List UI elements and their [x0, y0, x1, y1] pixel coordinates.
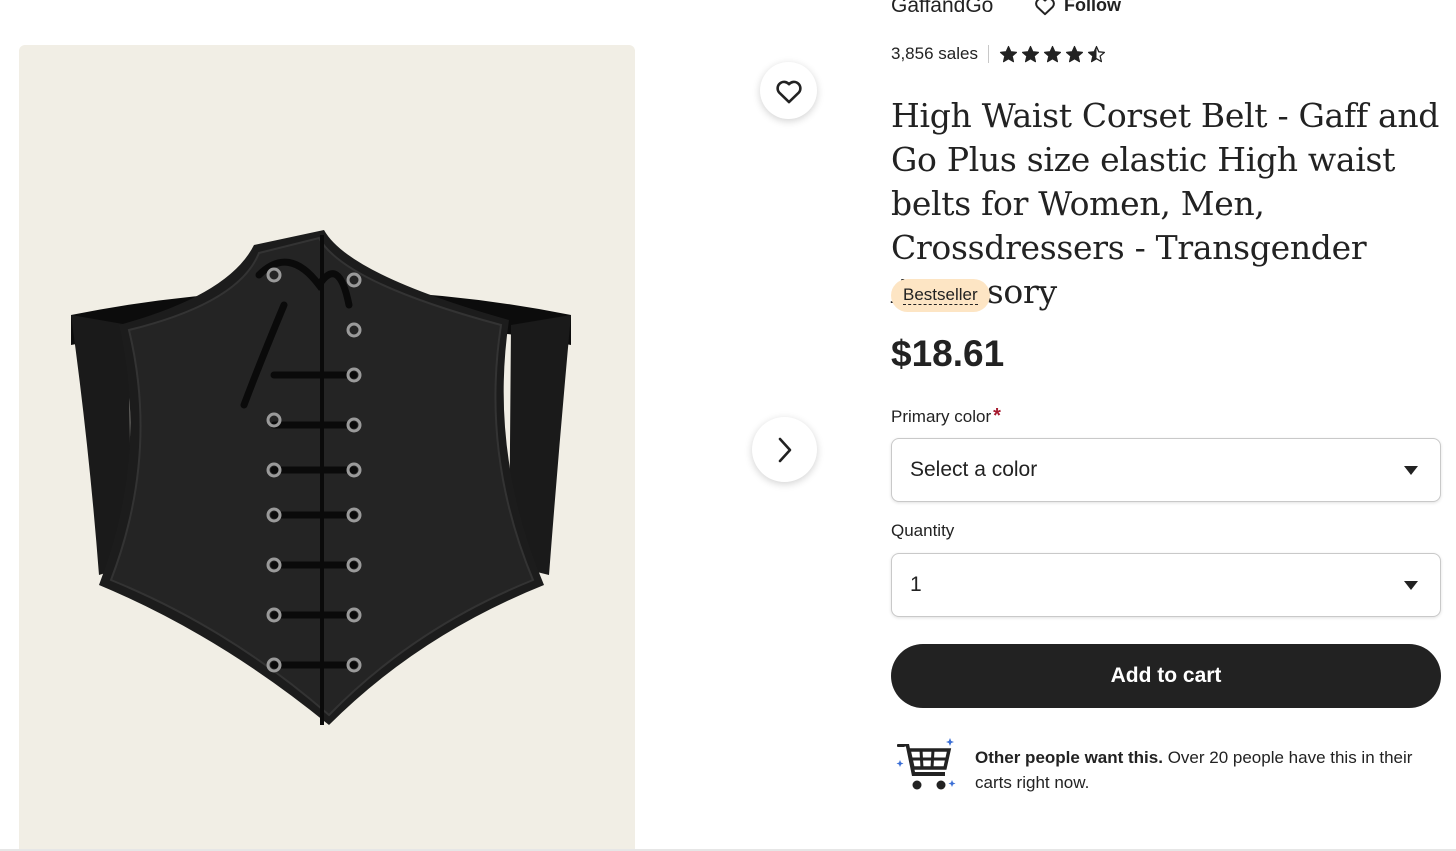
star-full-icon	[1021, 45, 1040, 62]
color-label-text: Primary color	[891, 407, 992, 426]
next-image-button[interactable]	[752, 417, 817, 482]
product-image[interactable]	[19, 45, 635, 851]
caret-down-icon	[1404, 580, 1418, 590]
divider	[987, 45, 989, 63]
sales-rating-row: 3,856 sales	[891, 44, 1106, 64]
quantity-select[interactable]: 1	[891, 553, 1441, 617]
heart-outline-icon	[775, 80, 802, 103]
bestseller-badge[interactable]: Bestseller	[891, 279, 990, 312]
star-full-icon	[1065, 45, 1084, 62]
social-proof-text: Other people want this. Over 20 people h…	[975, 745, 1435, 795]
star-rating[interactable]	[999, 45, 1106, 64]
shopping-cart-icon	[896, 738, 956, 790]
star-half-icon	[1087, 45, 1106, 62]
required-marker: *	[993, 405, 1001, 427]
shop-name-link[interactable]: GaffandGo	[891, 0, 993, 18]
star-full-icon	[999, 45, 1018, 62]
color-select[interactable]: Select a color	[891, 438, 1441, 502]
caret-down-icon	[1404, 465, 1418, 475]
color-label: Primary color *	[891, 405, 1001, 428]
favorite-button[interactable]	[760, 62, 817, 119]
badge-label: Bestseller	[903, 285, 978, 305]
chevron-right-icon	[778, 437, 791, 462]
add-to-cart-button[interactable]: Add to cart	[891, 644, 1441, 708]
color-select-value: Select a color	[910, 458, 1038, 481]
follow-button[interactable]: Follow	[1034, 0, 1121, 16]
quantity-label: Quantity	[891, 521, 955, 540]
product-price: $18.61	[891, 333, 1005, 374]
social-proof: Other people want this. Over 20 people h…	[895, 736, 1455, 798]
sales-count: 3,856 sales	[891, 44, 978, 63]
corset-belt-image	[71, 230, 571, 725]
star-full-icon	[1043, 45, 1062, 62]
social-proof-headline: Other people want this.	[975, 748, 1163, 767]
heart-outline-icon	[1035, 0, 1055, 15]
follow-label: Follow	[1064, 0, 1121, 15]
quantity-select-value: 1	[910, 573, 922, 596]
